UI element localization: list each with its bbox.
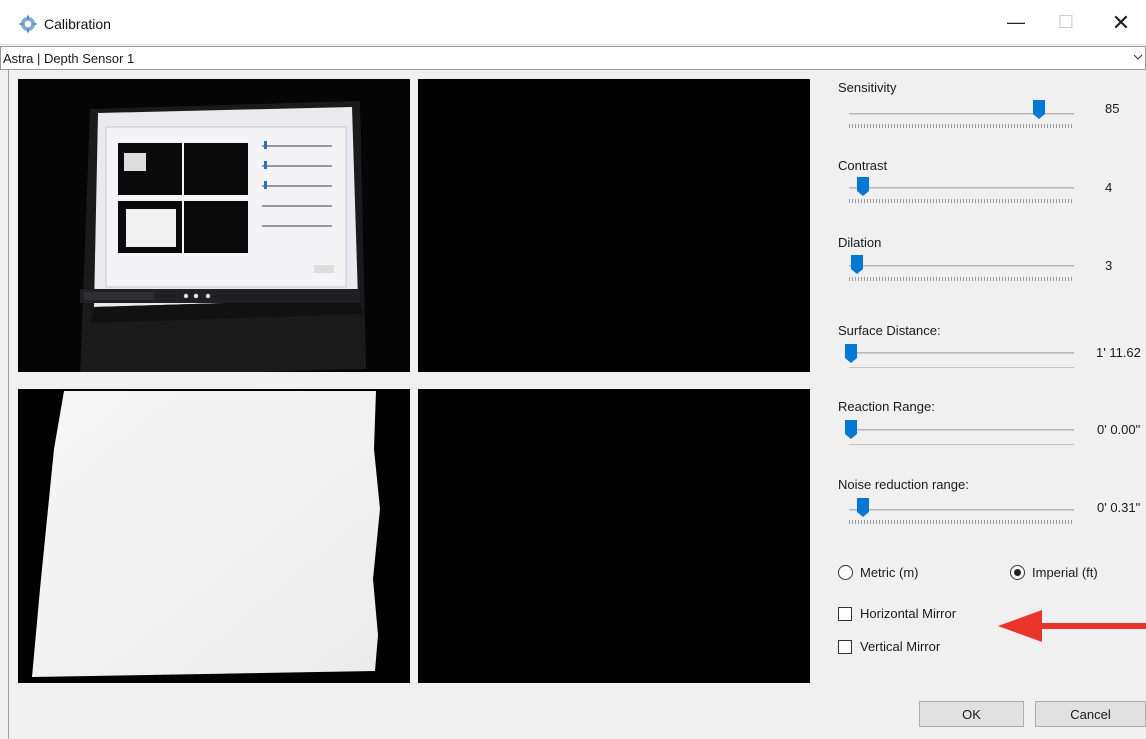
color-camera-view <box>18 79 410 377</box>
horizontal-mirror-label[interactable]: Horizontal Mirror <box>860 606 956 621</box>
depth-view <box>418 79 810 372</box>
vertical-mirror-checkbox[interactable] <box>838 640 852 654</box>
reaction-range-slider-thumb[interactable] <box>845 420 857 439</box>
dilation-slider-thumb[interactable] <box>851 255 863 274</box>
title-bar: Calibration — ☐ ✕ <box>0 0 1146 45</box>
noise-reduction-range-slider-track[interactable] <box>849 509 1074 511</box>
surface-distance-slider-track[interactable] <box>849 352 1074 354</box>
noise-reduction-range-label: Noise reduction range: <box>838 477 969 492</box>
surface-mask-image <box>32 391 380 677</box>
maximize-button[interactable]: ☐ <box>1043 0 1089 45</box>
contrast-value: 4 <box>1105 180 1113 195</box>
contrast-label: Contrast <box>838 158 888 173</box>
minimize-button[interactable]: — <box>993 0 1039 45</box>
sensitivity-label: Sensitivity <box>838 80 897 95</box>
horizontal-mirror-checkbox[interactable] <box>838 607 852 621</box>
dilation-slider-track[interactable] <box>849 265 1074 267</box>
color-camera-image <box>18 79 410 377</box>
noise-reduction-range-slider-thumb[interactable] <box>857 498 869 517</box>
panel-frame-divider <box>8 70 9 739</box>
vertical-mirror-label[interactable]: Vertical Mirror <box>860 639 940 654</box>
contrast-slider-ticks <box>849 199 1074 203</box>
window-title: Calibration <box>44 16 111 32</box>
dilation-label: Dilation <box>838 235 882 250</box>
annotation-arrow-icon <box>998 610 1146 642</box>
metric-radio[interactable] <box>838 565 853 580</box>
chevron-down-icon <box>1133 54 1143 60</box>
touch-view <box>418 389 810 683</box>
close-icon: ✕ <box>1111 9 1131 35</box>
imperial-label[interactable]: Imperial (ft) <box>1032 565 1098 580</box>
surface-mask-view <box>18 389 410 683</box>
minimize-icon: — <box>1007 12 1025 32</box>
dilation-slider-ticks <box>849 277 1074 281</box>
device-dropdown[interactable]: Astra | Depth Sensor 1 <box>0 46 1146 70</box>
app-icon <box>19 15 37 33</box>
noise-reduction-range-value: 0' 0.31" <box>1097 500 1141 515</box>
cancel-button[interactable]: Cancel <box>1035 701 1146 727</box>
sensitivity-slider-thumb[interactable] <box>1033 100 1045 119</box>
reaction-range-slider-baseline <box>849 444 1074 445</box>
ok-button[interactable]: OK <box>919 701 1024 727</box>
device-dropdown-value: Astra | Depth Sensor 1 <box>3 51 135 66</box>
dilation-value: 3 <box>1105 258 1113 273</box>
noise-reduction-range-slider-ticks <box>849 520 1074 524</box>
close-button[interactable]: ✕ <box>1098 0 1144 45</box>
surface-distance-label: Surface Distance: <box>838 323 941 338</box>
surface-distance-slider-baseline <box>849 367 1074 368</box>
surface-distance-value: 1' 11.62 <box>1096 345 1141 360</box>
sensitivity-slider-ticks <box>849 124 1074 128</box>
surface-distance-slider-thumb[interactable] <box>845 344 857 363</box>
metric-label[interactable]: Metric (m) <box>860 565 919 580</box>
maximize-icon: ☐ <box>1057 12 1075 32</box>
contrast-slider-track[interactable] <box>849 187 1074 189</box>
sensitivity-value: 85 <box>1105 101 1120 116</box>
reaction-range-label: Reaction Range: <box>838 399 935 414</box>
reaction-range-value: 0' 0.00" <box>1097 422 1141 437</box>
contrast-slider-thumb[interactable] <box>857 177 869 196</box>
imperial-radio[interactable] <box>1010 565 1025 580</box>
reaction-range-slider-track[interactable] <box>849 429 1074 431</box>
